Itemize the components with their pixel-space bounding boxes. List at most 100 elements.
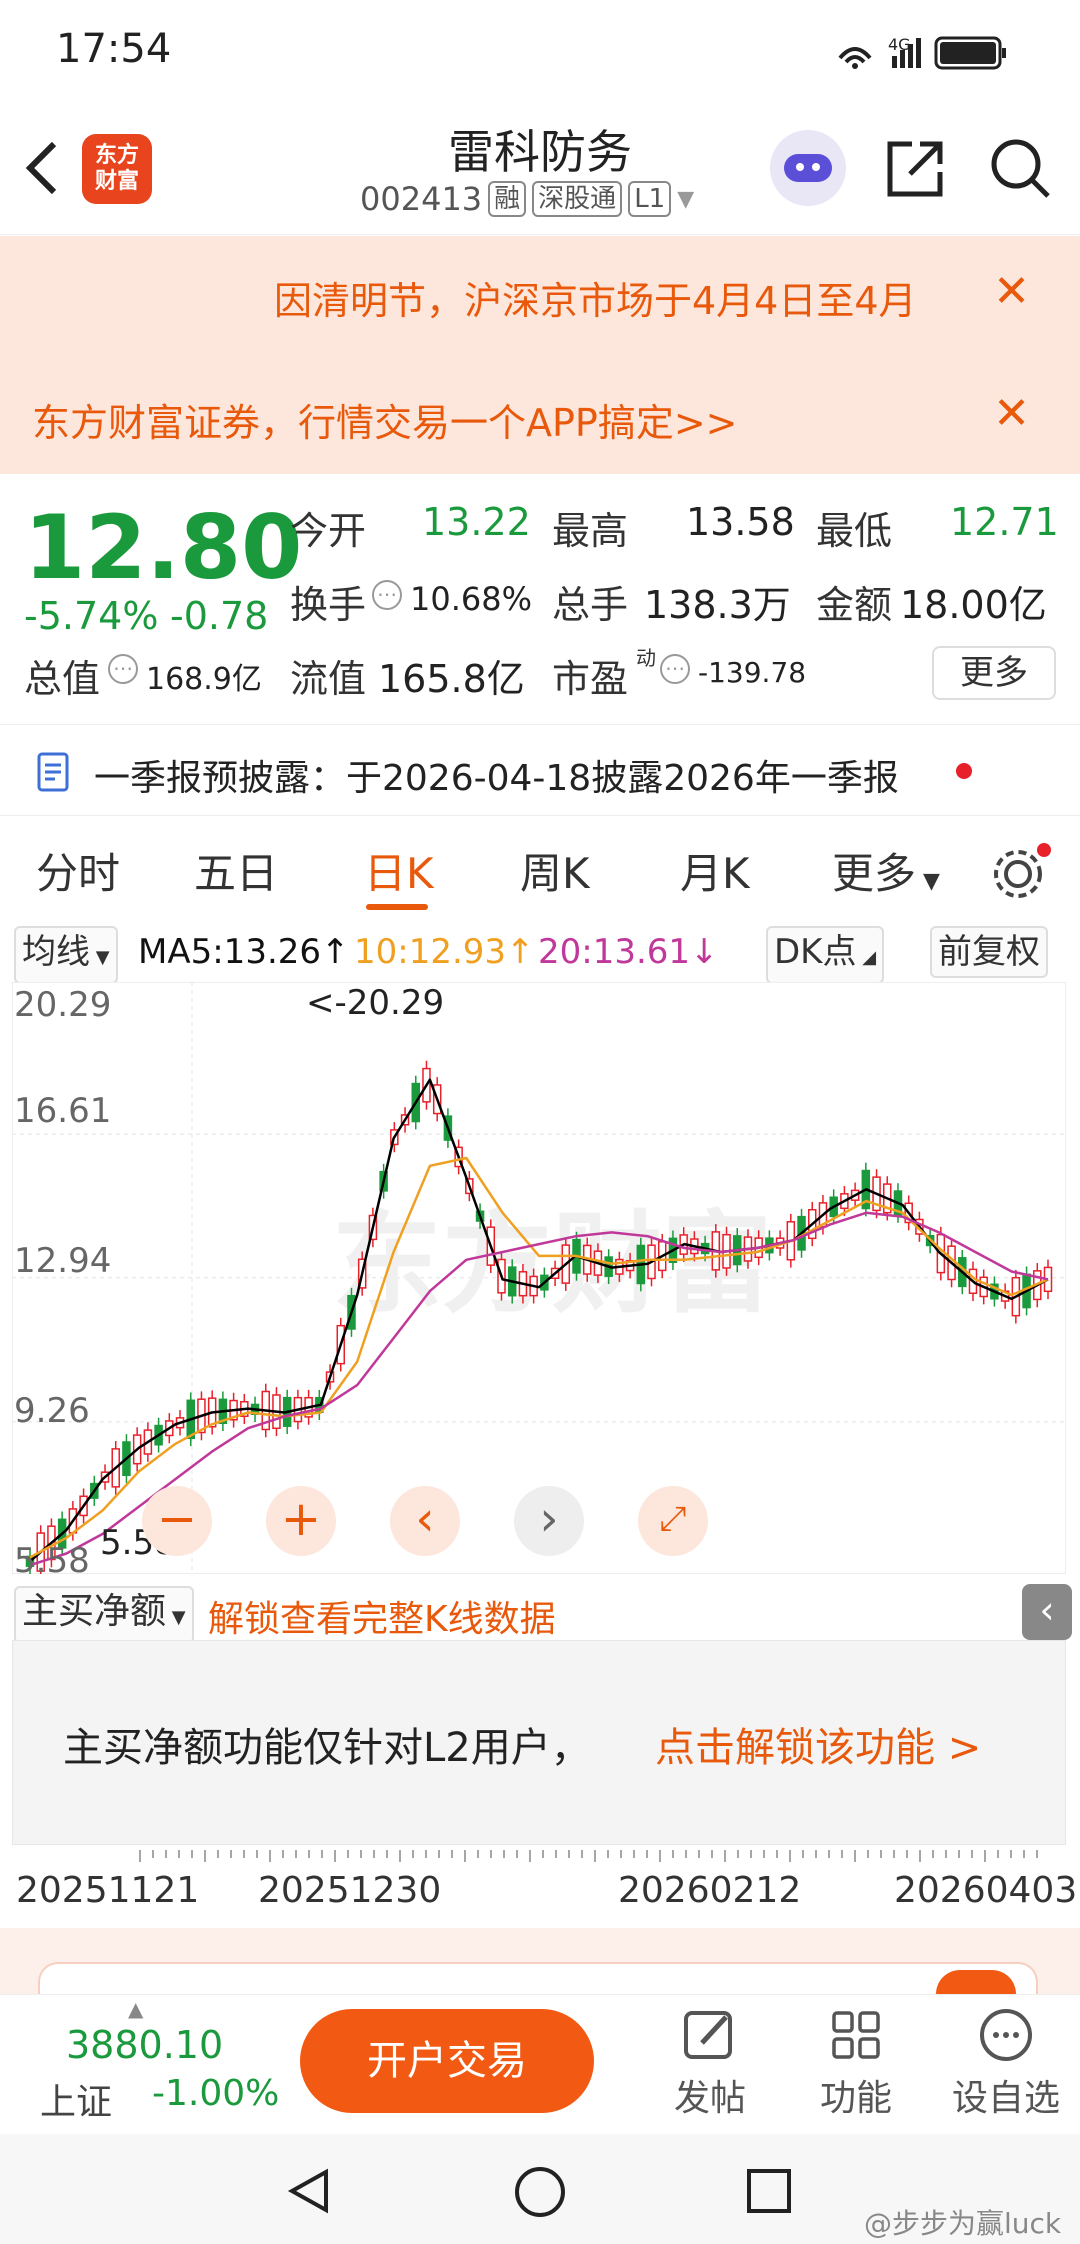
tab-more-label: 更多 (832, 849, 917, 898)
tab-five-day[interactable]: 五日 (194, 840, 278, 901)
date-ticks (139, 1850, 1038, 1862)
share-icon[interactable] (884, 138, 946, 200)
tab-daily-k[interactable]: 日K (364, 840, 434, 901)
more-button[interactable]: 更多 (932, 646, 1056, 700)
ma-bar: 均线 ▼ MA5:13.26↑ 10:12.93↑ 20:13.61↓ DK点 … (0, 920, 1080, 984)
stock-code-row[interactable]: 002413 融 深股通 L1 ▼ (360, 180, 694, 218)
ma10-value: 10:12.93↑ (354, 932, 535, 972)
pan-left-button[interactable]: ‹ (390, 1486, 460, 1556)
kline-chart[interactable]: 东方财富 20.29 16.61 12.94 9.26 5.58 <-20.29… (11, 981, 1067, 1581)
chart-watermark: 东方财富 (332, 1200, 772, 1328)
close-icon[interactable]: ✕ (993, 388, 1030, 439)
status-time: 17:54 (56, 26, 172, 72)
date-axis: 20251121 20251230 20260212 20260403 (0, 1850, 1080, 1920)
kline-chart-svg: 东方财富 20.29 16.61 12.94 9.26 5.58 <-20.29… (11, 981, 1067, 1581)
search-icon[interactable] (988, 136, 1054, 202)
volume-label: 总手 (552, 583, 629, 627)
recents-square-icon[interactable] (744, 2166, 794, 2216)
holiday-banner-text: 因清明节，沪深京市场于4月4日至4月 (274, 279, 917, 323)
index-name: 上证 (40, 2082, 113, 2123)
pe-sup: 动 (636, 646, 656, 670)
home-circle-icon[interactable] (512, 2164, 568, 2220)
indicator-label: 主买净额 (22, 1591, 167, 1632)
gear-icon[interactable] (988, 840, 1054, 906)
mktcap-label: 总值 (24, 657, 101, 701)
functions-label: 功能 (819, 2078, 892, 2119)
chevron-down-icon: ▼ (166, 1607, 186, 1628)
change-pct: -5.74% (24, 594, 159, 638)
high-value: 13.58 (686, 500, 795, 544)
y-label-bottom: 5.58 (14, 1541, 90, 1574)
promo-banner[interactable]: 东方财富证券，行情交易一个APP搞定>> ✕ (0, 354, 1080, 474)
volume-value: 138.3万 (644, 583, 791, 627)
assistant-avatar-icon[interactable] (770, 130, 846, 206)
unlock-link[interactable]: 解锁查看完整K线数据 (208, 1590, 556, 1642)
tab-intraday[interactable]: 分时 (36, 840, 120, 901)
unlock-feature-link[interactable]: 点击解锁该功能 > (655, 1715, 981, 1773)
info-icon[interactable]: ⋯ (372, 580, 402, 610)
tab-weekly-k[interactable]: 周K (520, 840, 590, 901)
trade-button[interactable]: 开户交易 (300, 2009, 594, 2113)
chevron-up-icon[interactable]: ▲ (128, 1997, 143, 2021)
earnings-notice[interactable]: 一季报预披露：于2026-04-18披露2026年一季报 (0, 724, 1080, 816)
tag-connect: 深股通 (532, 181, 623, 217)
amount-value: 18.00亿 (900, 583, 1047, 627)
close-icon[interactable]: ✕ (993, 266, 1030, 317)
unread-dot (956, 763, 972, 779)
post-label: 发帖 (673, 2078, 746, 2119)
date-label-1: 20251121 (16, 1870, 200, 1911)
bottom-spacer (0, 1928, 1080, 1994)
float-label: 流值 (290, 657, 367, 701)
chevron-down-icon: ▼ (677, 186, 695, 212)
report-icon (37, 752, 69, 792)
turnover-value: 10.68% (410, 580, 533, 618)
post-button[interactable]: 发帖 (650, 2005, 770, 2121)
open-value: 13.22 (422, 500, 531, 544)
bottom-bar: ▲ 3880.10 上证 -1.00% 开户交易 发帖 功能 设自选 (0, 1994, 1080, 2134)
lock-text: 主买净额功能仅针对L2用户， (63, 1725, 591, 1771)
add-watchlist-label: 设自选 (951, 2078, 1060, 2119)
amount-label: 金额 (816, 583, 893, 627)
promo-banner-text: 东方财富证券，行情交易一个APP搞定>> (32, 401, 738, 445)
tag-margin: 融 (488, 181, 527, 217)
indicator-type-dropdown[interactable]: 均线 ▼ (14, 926, 118, 984)
status-bar: 17:54 4G (0, 0, 1080, 100)
fullscreen-icon[interactable]: ⤢ (638, 1486, 708, 1556)
info-icon[interactable]: ⋯ (108, 654, 138, 684)
more-dots-icon (980, 2009, 1032, 2061)
zoom-out-button[interactable]: − (142, 1486, 212, 1556)
turnover-label: 换手 (290, 583, 367, 627)
ma20-value: 20:13.61↓ (538, 932, 719, 972)
stock-code: 002413 (360, 180, 483, 218)
tab-monthly-k[interactable]: 月K (680, 840, 750, 901)
indicator-dropdown[interactable]: 主买净额 ▼ (14, 1586, 194, 1644)
stock-header: 东方 财富 雷科防务 002413 融 深股通 L1 ▼ (0, 100, 1080, 235)
holiday-banner[interactable]: 因清明节，沪深京市场于4月4日至4月 ✕ (0, 236, 1080, 354)
date-label-3: 20260212 (618, 1870, 802, 1911)
period-tabs: 分时 五日 日K 周K 月K 更多 ▼ (0, 820, 1080, 916)
chevron-down-icon: ◢ (856, 947, 877, 968)
tag-level: L1 (628, 181, 672, 217)
open-label: 今开 (290, 509, 367, 553)
date-label-2: 20251230 (258, 1870, 442, 1911)
high-label: 最高 (552, 509, 629, 553)
pe-label: 市盈 (552, 657, 629, 701)
l2-lock-box: 主买净额功能仅针对L2用户， 点击解锁该功能 > (12, 1640, 1066, 1845)
watermark-user: @步步为赢luck (864, 2207, 1062, 2240)
adjust-button[interactable]: 前复权 (930, 926, 1048, 978)
low-label: 最低 (816, 509, 893, 553)
float-value: 165.8亿 (378, 657, 525, 701)
y-label-3: 12.94 (14, 1241, 111, 1281)
dk-point-dropdown[interactable]: DK点 ◢ (766, 926, 885, 984)
mktcap-value: 168.9亿 (146, 662, 262, 697)
back-triangle-icon[interactable] (284, 2166, 334, 2216)
zoom-in-button[interactable]: + (266, 1486, 336, 1556)
add-watchlist-button[interactable]: 设自选 (946, 2005, 1066, 2121)
index-value: 3880.10 (66, 2023, 224, 2067)
collapse-icon[interactable]: ‹ (1022, 1584, 1072, 1640)
functions-button[interactable]: 功能 (796, 2005, 916, 2121)
tab-more[interactable]: 更多 ▼ (832, 840, 940, 901)
indicator-type-label: 均线 (22, 932, 90, 972)
info-icon[interactable]: ⋯ (660, 654, 690, 684)
pan-right-button[interactable]: › (514, 1486, 584, 1556)
